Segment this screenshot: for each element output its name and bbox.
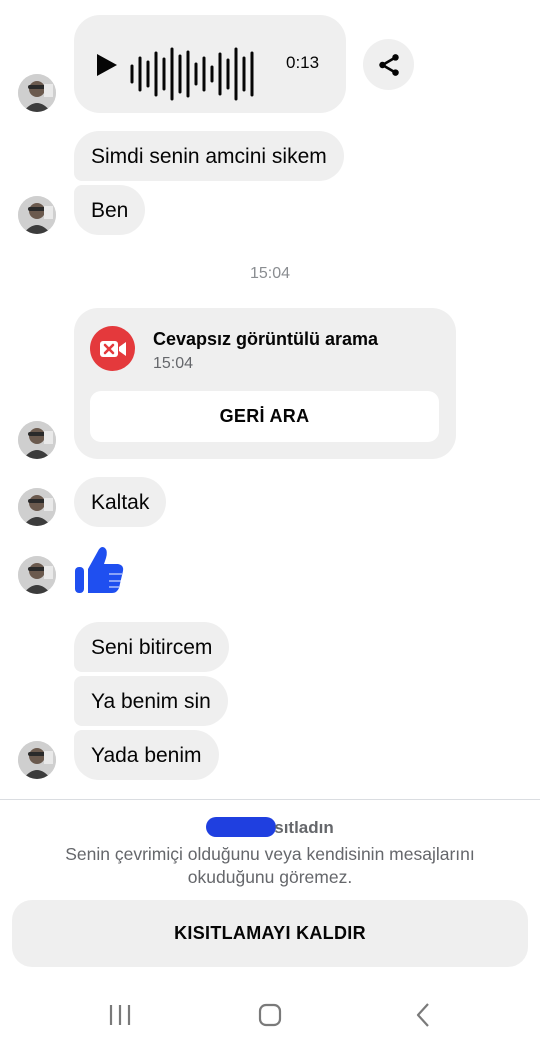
waveform bbox=[130, 47, 254, 101]
timestamp: 15:04 bbox=[249, 265, 291, 282]
avatar[interactable] bbox=[18, 196, 56, 234]
message-bubble[interactable]: Ya benim sin bbox=[74, 676, 228, 726]
play-icon[interactable] bbox=[95, 53, 119, 77]
recent-apps-icon[interactable] bbox=[100, 1000, 140, 1030]
message-text: Seni bitircem bbox=[91, 635, 213, 659]
thumbs-up-icon[interactable] bbox=[73, 543, 125, 595]
message-bubble[interactable]: Ben bbox=[74, 185, 146, 235]
chat-screen: 0:13 Simdi senin amcini sikem Ben 15:04 bbox=[0, 0, 540, 1047]
call-title: Cevapsız görüntülü arama bbox=[153, 329, 379, 349]
voice-message[interactable]: 0:13 bbox=[74, 15, 346, 113]
redaction-mark bbox=[206, 817, 277, 837]
message-bubble[interactable]: Seni bitircem bbox=[74, 622, 230, 672]
message-text: Simdi senin amcini sikem bbox=[91, 144, 327, 168]
voice-duration: 0:13 bbox=[286, 53, 320, 72]
restriction-description: Senin çevrimiçi olduğunu veya kendisinin… bbox=[65, 844, 475, 887]
avatar[interactable] bbox=[18, 74, 56, 112]
missed-video-call-icon bbox=[90, 326, 135, 371]
unrestrict-button[interactable]: KISITLAMAYI KALDIR bbox=[12, 900, 528, 967]
share-button[interactable] bbox=[363, 39, 414, 90]
avatar[interactable] bbox=[18, 421, 56, 459]
call-time: 15:04 bbox=[153, 355, 194, 372]
restriction-title-text: sıtladın bbox=[274, 818, 334, 837]
restriction-title: sıtladın bbox=[0, 817, 540, 838]
avatar[interactable] bbox=[18, 556, 56, 594]
message-bubble[interactable]: Simdi senin amcini sikem bbox=[74, 131, 344, 181]
avatar[interactable] bbox=[18, 488, 56, 526]
missed-call-card: Cevapsız görüntülü arama 15:04 GERİ ARA bbox=[74, 308, 456, 459]
message-text: Ben bbox=[91, 198, 129, 222]
system-navbar bbox=[0, 990, 540, 1047]
message-text: Yada benim bbox=[91, 743, 202, 767]
divider bbox=[0, 799, 540, 800]
back-icon[interactable] bbox=[403, 1000, 443, 1030]
message-text: Ya benim sin bbox=[91, 689, 211, 713]
message-text: Kaltak bbox=[91, 490, 150, 514]
avatar[interactable] bbox=[18, 741, 56, 779]
message-bubble[interactable]: Yada benim bbox=[74, 730, 219, 780]
share-icon bbox=[378, 53, 399, 76]
home-icon[interactable] bbox=[250, 1000, 290, 1030]
call-back-button[interactable]: GERİ ARA bbox=[90, 391, 439, 442]
message-bubble[interactable]: Kaltak bbox=[74, 477, 167, 527]
